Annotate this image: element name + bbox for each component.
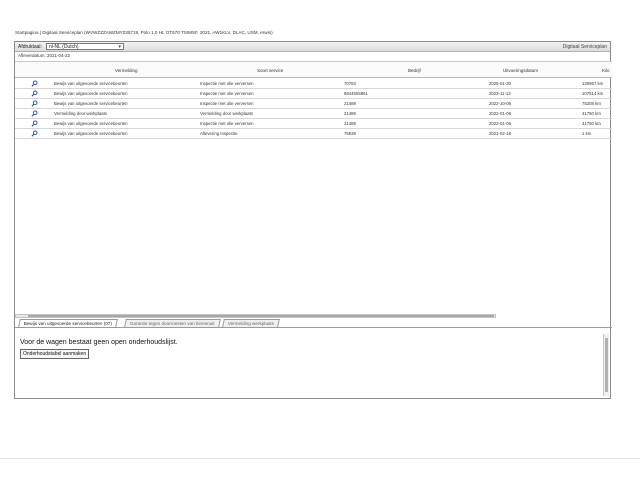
cell-bedrijf: 8844555861 <box>344 91 368 96</box>
cell-soort-service: Inspectie met olie verversen <box>200 101 254 106</box>
column-header-soort-service[interactable]: Soort service <box>257 68 283 73</box>
tab-garantie-doorroesten[interactable]: Garantie tegen doorroesten van binnenuit <box>124 319 221 327</box>
cell-uitvoeringsdatum: 2022-01-06 <box>489 121 511 126</box>
cell-uitvoeringsdatum: 2023-11-13 <box>489 91 511 96</box>
table-row[interactable]: Bewijs van uitgevoerde servicebeurten Ins… <box>15 99 612 109</box>
magnifier-icon[interactable] <box>31 120 38 127</box>
cell-kilometerstand: 130967 km <box>582 81 604 86</box>
tab-servicebeurten[interactable]: Bewijs van uitgevoerde servicebeurten (0… <box>18 319 118 327</box>
language-select[interactable]: nl-NL (Dutch) ▾ <box>46 43 124 50</box>
magnifier-icon[interactable] <box>31 90 38 97</box>
chevron-down-icon: ▾ <box>118 44 121 50</box>
cell-vermelding: Bewijs van uitgevoerde serviceb­eurten <box>54 81 128 86</box>
column-header-uitvoeringsdatum[interactable]: Uitvoeringsdatum <box>503 68 538 73</box>
breadcrumb: Startpagina | Digitaal Serviceplan (WVWZ… <box>15 30 273 35</box>
cell-soort-service: Aflevering Inspectie <box>200 131 238 136</box>
vertical-scrollbar-thumb[interactable] <box>605 338 608 392</box>
tab-bar: Bewijs van uitgevoerde servicebeurten (0… <box>15 318 612 328</box>
cell-soort-service: Inspectie met olie verversen <box>200 81 254 86</box>
cell-bedrijf: 21489 <box>344 101 356 106</box>
delivery-date: Afleverdatum: 2021-04-22 <box>18 53 71 58</box>
cell-vermelding: Bewijs van uitgevoerde servicebeurten <box>54 121 128 126</box>
language-label: Afdruktaal: <box>18 44 42 50</box>
cell-kilometerstand: 1 km <box>582 131 592 136</box>
cell-vermelding: Bewijs van uitgevoerde servicebeurten <box>54 131 128 136</box>
language-select-value: nl-NL (Dutch) <box>49 44 79 50</box>
cell-bedrijf: 70783 <box>344 81 356 86</box>
maintenance-message: Voor de wagen bestaat geen open onderhou… <box>20 339 178 346</box>
cell-uitvoeringsdatum: 2022-01-06 <box>489 111 511 116</box>
cell-soort-service: Vermelding door werkplaats <box>200 111 254 116</box>
horizontal-scrollbar-thumb[interactable] <box>28 315 494 317</box>
vertical-scrollbar[interactable] <box>603 334 609 396</box>
cell-bedrijf: 21489 <box>344 111 356 116</box>
table-row[interactable]: Vermelding door werkplaats Vermelding doo… <box>15 109 612 119</box>
cell-vermelding: Bewijs van uitgevoerde servicebeurten <box>54 91 128 96</box>
cell-vermelding: Vermelding door werkplaats <box>54 111 108 116</box>
create-maintenance-table-button[interactable]: Onderhoudstabel aanmaken <box>20 349 90 359</box>
column-header-vermelding[interactable]: Vermelding <box>115 68 138 73</box>
grid-header: Vermelding Soort service Bedrijf Uitvoer… <box>15 61 612 78</box>
app-title: Digitaal Serviceplan <box>562 44 607 50</box>
tab-vermelding-werkplaats[interactable]: Vermelding werkplaats <box>222 319 281 327</box>
column-header-bedrijf[interactable]: Bedrijf <box>408 68 421 73</box>
cell-soort-service: Inspectie met olie verversen <box>200 121 254 126</box>
table-row[interactable]: Bewijs van uitgevoerde servicebeurten Ins… <box>15 119 612 129</box>
cell-kilometerstand: 41750 km <box>582 121 601 126</box>
cell-uitvoeringsdatum: 2022-10-06 <box>489 101 511 106</box>
cell-kilometerstand: 75208 km <box>582 101 601 106</box>
magnifier-icon[interactable] <box>31 130 38 137</box>
column-header-kilometerstand[interactable]: Kilo <box>602 68 610 73</box>
magnifier-icon[interactable] <box>31 80 38 87</box>
magnifier-icon[interactable] <box>31 100 38 107</box>
page-divider <box>0 458 640 459</box>
table-row[interactable]: Bewijs van uitgevoerde serviceb­eurten In… <box>15 79 612 89</box>
cell-bedrijf: 21489 <box>344 121 356 126</box>
cell-soort-service: Inspectie met olie verversen <box>200 91 254 96</box>
cell-uitvoeringsdatum: 2025-01-30 <box>489 81 511 86</box>
cell-kilometerstand: 41750 km <box>582 111 601 116</box>
cell-kilometerstand: 107514 km <box>582 91 604 96</box>
toolbar: Afdruktaal: nl-NL (Dutch) ▾ Digitaal Ser… <box>15 42 610 52</box>
table-row[interactable]: Bewijs van uitgevoerde servicebeurten Ins… <box>15 89 612 99</box>
cell-vermelding: Bewijs van uitgevoerde servicebeurten <box>54 101 128 106</box>
service-plan-window: Afdruktaal: nl-NL (Dutch) ▾ Digitaal Ser… <box>14 41 612 399</box>
cell-uitvoeringsdatum: 2021-02-18 <box>489 131 511 136</box>
cell-bedrijf: 75839 <box>344 131 356 136</box>
magnifier-icon[interactable] <box>31 110 38 117</box>
table-row[interactable]: Bewijs van uitgevoerde servicebeurten Afl… <box>15 129 612 139</box>
